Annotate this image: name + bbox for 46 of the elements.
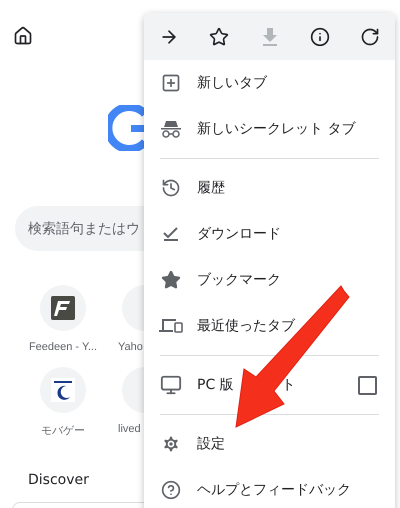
devices-icon <box>159 317 183 335</box>
settings-icon <box>161 434 181 454</box>
menu-item[interactable]: ヘルプとフィードバック <box>144 467 395 508</box>
menu-item-label: 最近使ったタブ <box>197 317 296 335</box>
star-icon <box>209 26 230 46</box>
toolbar-button[interactable] <box>208 26 230 48</box>
menu-item-label: ヘルプとフィードバック <box>197 481 352 499</box>
moon-logo-icon <box>51 378 75 402</box>
checkbox[interactable] <box>358 376 377 394</box>
check-line-icon <box>162 226 180 242</box>
menu-item-label: 設定 <box>197 435 226 453</box>
toolbar-button[interactable] <box>308 26 331 48</box>
help-icon <box>161 480 181 500</box>
menu-item-label: 新しいシークレット タブ <box>197 120 357 138</box>
logo-icon <box>108 105 146 151</box>
history-icon <box>161 178 181 198</box>
incognito-icon <box>160 119 182 139</box>
reload-icon <box>360 26 380 46</box>
download-icon <box>262 28 278 46</box>
search-placeholder: 検索語句またはウ <box>28 220 140 238</box>
menu-item[interactable]: ブックマーク <box>144 257 395 303</box>
menu-item-label: 履歴 <box>197 179 226 197</box>
menu-item-label: ダウンロード <box>197 225 282 243</box>
f-logo-icon <box>51 296 75 320</box>
star-icon <box>161 270 181 290</box>
menu-item[interactable]: 新しいシークレット タブ <box>144 106 395 152</box>
home-icon[interactable] <box>13 26 33 46</box>
menu-item[interactable]: 設定 <box>144 421 395 467</box>
plus-square-icon <box>161 73 181 93</box>
monitor-icon <box>160 374 182 396</box>
discover-heading: Discover <box>28 472 90 488</box>
shortcut-label: Yaho <box>118 341 143 353</box>
shortcut-label: Feedeen - Y... <box>28 341 98 353</box>
menu-item-label: ト <box>282 376 297 394</box>
menu-item[interactable]: 新しいタブ <box>144 60 395 106</box>
shortcut-tile[interactable] <box>40 285 86 331</box>
menu-item-label: PC 版 <box>197 376 234 394</box>
shortcut-label: モバゲー <box>41 424 85 438</box>
info-icon <box>310 26 330 46</box>
menu-item-label: ブックマーク <box>197 271 282 289</box>
shortcut-tile[interactable] <box>40 367 86 413</box>
menu-item[interactable]: 最近使ったタブ <box>144 303 395 349</box>
toolbar-button[interactable] <box>359 26 381 48</box>
shortcut-label: lived <box>118 423 141 435</box>
menu-item[interactable]: PC 版 ト <box>144 362 395 408</box>
menu-item-label: 新しいタブ <box>197 74 268 92</box>
